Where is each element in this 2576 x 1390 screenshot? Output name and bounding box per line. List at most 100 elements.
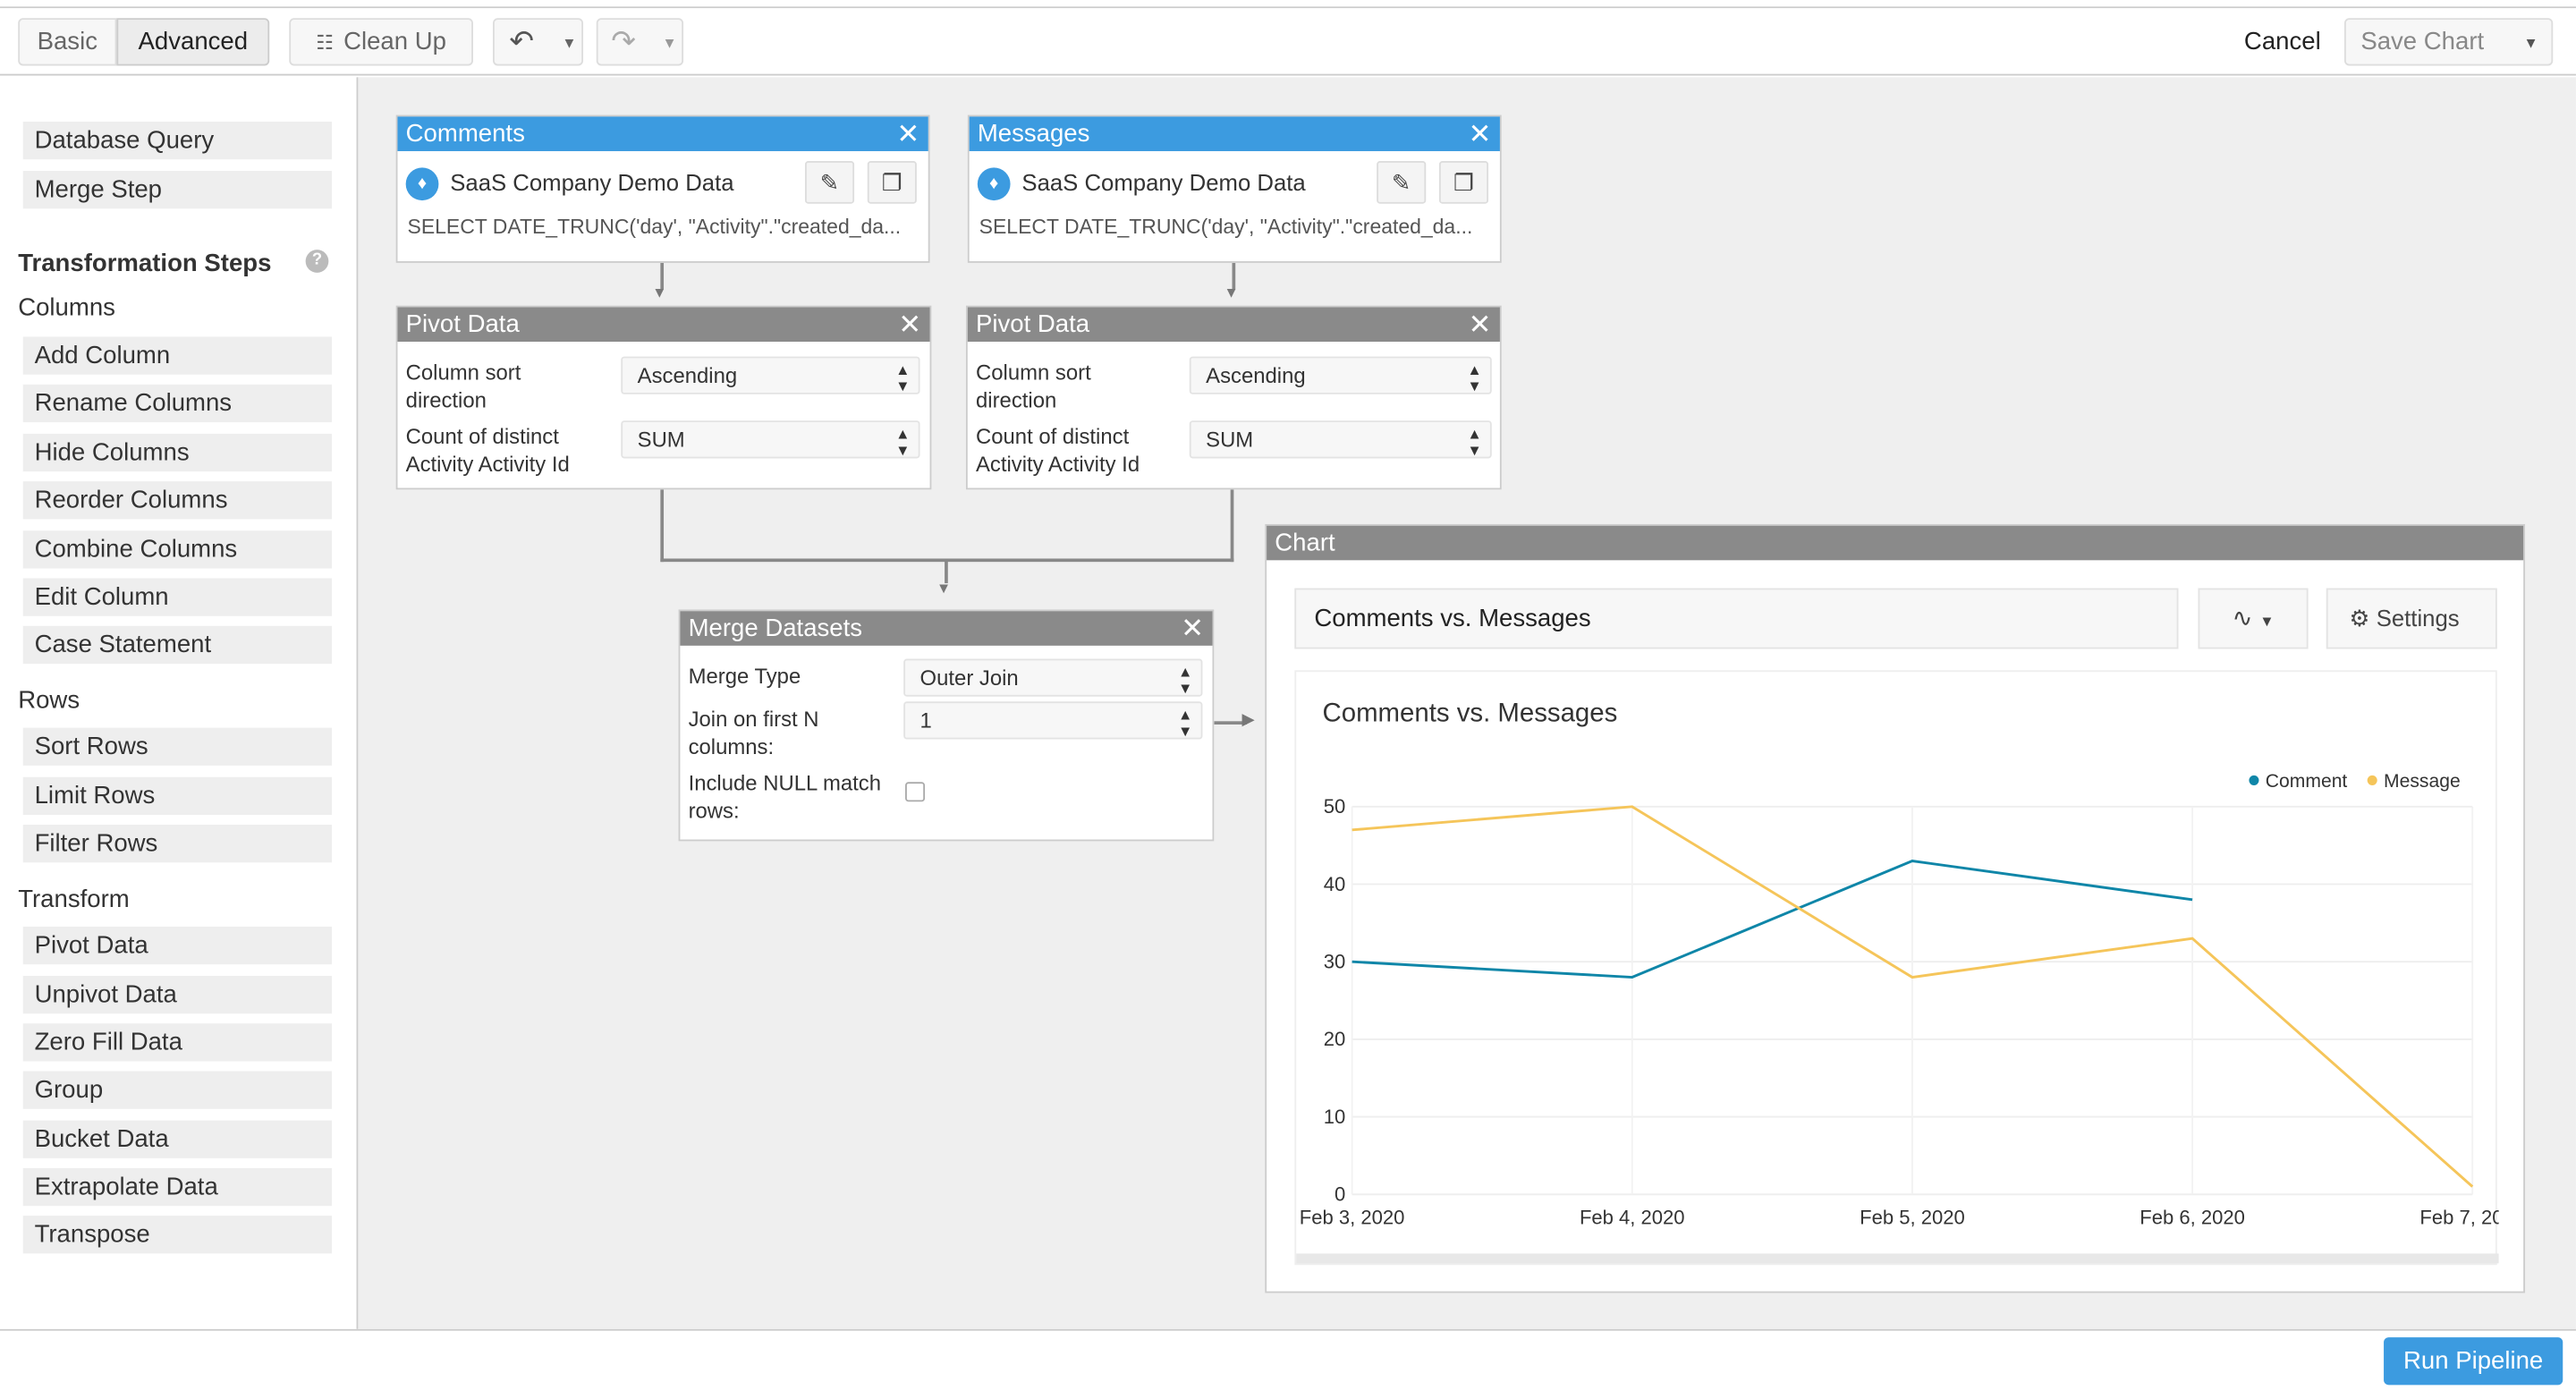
- sidebar-item-case-statement[interactable]: Case Statement: [22, 625, 333, 665]
- chart-preview: Comments vs. Messages 0 10 20 30 40 50 Feb 3, 2…: [1294, 670, 2499, 1266]
- sidebar-item-database-query[interactable]: Database Query: [22, 121, 333, 160]
- join-columns-select[interactable]: 1 ▲ ▼: [903, 701, 1203, 740]
- select-arrows-icon: ▲ ▼: [895, 425, 911, 459]
- undo-dropdown-icon[interactable]: ▼: [562, 34, 576, 50]
- transformation-steps-heading: Transformation Steps: [18, 250, 272, 278]
- node-title: Pivot Data: [975, 310, 1090, 339]
- horizontal-scrollbar[interactable]: [1296, 1253, 2499, 1264]
- clean-up-button[interactable]: ☷ Clean Up: [289, 18, 473, 66]
- sort-direction-label: Column sort direction: [975, 360, 1091, 413]
- sidebar-item-bucket-data[interactable]: Bucket Data: [22, 1120, 333, 1158]
- select-arrows-icon: ▲ ▼: [1467, 425, 1482, 459]
- sidebar-item-filter-rows[interactable]: Filter Rows: [22, 825, 333, 863]
- close-icon[interactable]: ✕: [896, 116, 919, 151]
- sidebar-item-reorder-columns[interactable]: Reorder Columns: [22, 481, 333, 520]
- y-tick-label: 0: [1335, 1183, 1345, 1206]
- include-null-label: Include NULL match rows:: [688, 770, 882, 824]
- node-header: Messages ✕: [969, 116, 1500, 151]
- edit-pencil-icon[interactable]: ✎: [1377, 160, 1427, 204]
- save-chart-label: Save Chart: [2360, 28, 2485, 56]
- count-label: Count of distinct Activity Activity Id: [405, 423, 570, 477]
- redo-dropdown-icon[interactable]: ▼: [662, 34, 676, 50]
- merge-type-select[interactable]: Outer Join ▲ ▼: [903, 658, 1203, 697]
- messages-node[interactable]: Messages ✕ ♦ SaaS Company Demo Data ✎ ❐ S…: [967, 114, 1502, 263]
- chevron-down-icon: ▼: [2259, 613, 2275, 630]
- edit-pencil-icon[interactable]: ✎: [804, 160, 855, 204]
- redo-button[interactable]: ↷ ▼: [596, 18, 684, 66]
- close-icon[interactable]: ✕: [1469, 116, 1492, 151]
- chart-title-input[interactable]: Comments vs. Messages: [1294, 588, 2179, 649]
- node-header: Comments ✕: [397, 116, 928, 151]
- sidebar-item-group[interactable]: Group: [22, 1071, 333, 1109]
- advanced-mode-button[interactable]: Advanced: [116, 18, 270, 66]
- sidebar-item-hide-columns[interactable]: Hide Columns: [22, 433, 333, 472]
- x-tick-label: Feb 6, 2020: [2140, 1206, 2245, 1228]
- help-icon[interactable]: ?: [305, 250, 329, 273]
- basic-mode-button[interactable]: Basic: [18, 18, 117, 66]
- undo-button[interactable]: ↶ ▼: [493, 18, 584, 66]
- sidebar-item-transpose[interactable]: Transpose: [22, 1216, 333, 1254]
- copy-icon[interactable]: ❐: [1438, 160, 1489, 204]
- pivot-data-node[interactable]: Pivot Data ✕ Column sort direction Ascend…: [965, 305, 1502, 490]
- sidebar-item-merge-step[interactable]: Merge Step: [22, 171, 333, 209]
- sidebar-item-unpivot-data[interactable]: Unpivot Data: [22, 975, 333, 1014]
- postgres-icon: ♦: [977, 167, 1011, 201]
- sidebar-item-combine-columns[interactable]: Combine Columns: [22, 530, 333, 569]
- merge-datasets-node[interactable]: Merge Datasets ✕ Merge Type Outer Join ▲ ▼ …: [678, 609, 1215, 842]
- sort-direction-select[interactable]: Ascending ▲ ▼: [1189, 356, 1492, 394]
- legend-label: Comment: [2266, 771, 2348, 792]
- redo-icon: ↷: [611, 24, 636, 58]
- include-null-checkbox[interactable]: [905, 782, 926, 802]
- node-title: Merge Datasets: [688, 614, 863, 643]
- node-title: Comments: [405, 120, 525, 148]
- aggregation-select[interactable]: SUM ▲ ▼: [1189, 420, 1492, 459]
- chart-title-value: Comments vs. Messages: [1314, 604, 1591, 633]
- y-tick-label: 50: [1324, 795, 1346, 818]
- count-label: Count of distinct Activity Activity Id: [975, 423, 1140, 477]
- close-icon[interactable]: ✕: [1181, 611, 1204, 646]
- settings-button[interactable]: ⚙ Settings: [2326, 588, 2497, 649]
- sidebar-item-sort-rows[interactable]: Sort Rows: [22, 727, 333, 766]
- rows-heading: Rows: [18, 686, 80, 715]
- close-icon[interactable]: ✕: [898, 307, 921, 342]
- sidebar-item-limit-rows[interactable]: Limit Rows: [22, 776, 333, 816]
- connector: [1230, 487, 1234, 563]
- x-tick-label: Feb 5, 2020: [1860, 1206, 1965, 1228]
- query-preview: SELECT DATE_TRUNC('day', "Activity"."cre…: [979, 215, 1473, 239]
- sidebar-item-rename-columns[interactable]: Rename Columns: [22, 384, 333, 423]
- comments-node[interactable]: Comments ✕ ♦ SaaS Company Demo Data ✎ ❐ S…: [395, 114, 930, 263]
- arrow-down-icon: ▼: [1224, 284, 1239, 301]
- sidebar-item-pivot-data[interactable]: Pivot Data: [22, 926, 333, 965]
- save-chart-button[interactable]: Save Chart ▼: [2343, 18, 2554, 66]
- copy-icon[interactable]: ❐: [867, 160, 917, 204]
- series-line-comment: [1352, 859, 2193, 979]
- select-arrows-icon: ▲ ▼: [1178, 664, 1193, 697]
- sidebar-item-zero-fill-data[interactable]: Zero Fill Data: [22, 1023, 333, 1062]
- x-tick-label: Feb 4, 2020: [1580, 1206, 1685, 1228]
- cancel-button[interactable]: Cancel: [2244, 28, 2321, 55]
- sidebar-item-add-column[interactable]: Add Column: [22, 336, 333, 375]
- save-dropdown-icon[interactable]: ▼: [2523, 34, 2538, 50]
- select-arrows-icon: ▲ ▼: [1467, 361, 1482, 394]
- pivot-data-node[interactable]: Pivot Data ✕ Column sort direction Ascend…: [395, 305, 932, 490]
- sidebar-item-edit-column[interactable]: Edit Column: [22, 578, 333, 616]
- aggregation-select[interactable]: SUM ▲ ▼: [621, 420, 920, 459]
- close-icon[interactable]: ✕: [1469, 307, 1492, 342]
- chart-type-button[interactable]: ∿ ▼: [2198, 588, 2309, 649]
- x-tick-label: Feb 3, 2020: [1300, 1206, 1405, 1228]
- chart-node[interactable]: Chart Comments vs. Messages ∿ ▼ ⚙ Settin…: [1265, 523, 2526, 1293]
- run-pipeline-button[interactable]: Run Pipeline: [2384, 1337, 2563, 1386]
- x-tick-label: Feb 7, 2020: [2419, 1206, 2498, 1228]
- sidebar-item-extrapolate-data[interactable]: Extrapolate Data: [22, 1167, 333, 1207]
- sort-direction-label: Column sort direction: [405, 360, 521, 413]
- query-preview: SELECT DATE_TRUNC('day', "Activity"."cre…: [407, 215, 902, 239]
- legend-marker: [2367, 775, 2377, 785]
- settings-label: Settings: [2376, 604, 2460, 631]
- node-title: Messages: [977, 120, 1090, 148]
- gear-icon: ⚙: [2349, 604, 2370, 631]
- footer: Run Pipeline: [0, 1328, 2576, 1390]
- legend-marker: [2249, 775, 2259, 785]
- select-value: SUM: [637, 427, 685, 453]
- sort-direction-select[interactable]: Ascending ▲ ▼: [621, 356, 920, 394]
- undo-icon: ↶: [509, 24, 535, 58]
